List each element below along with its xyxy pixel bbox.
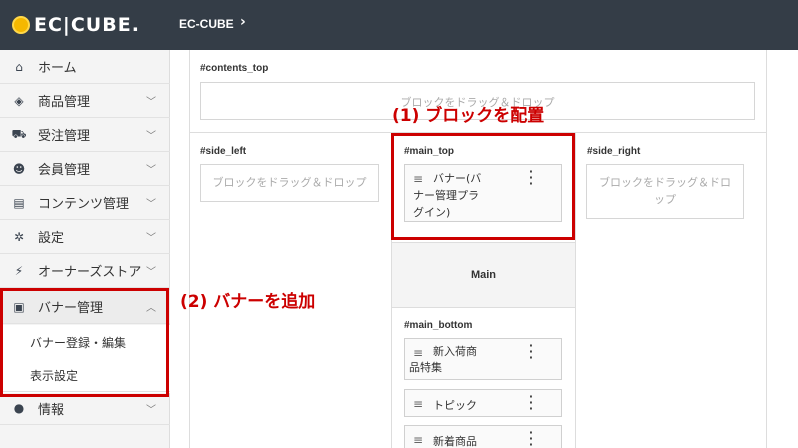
logo-text: EC|CUBE. bbox=[34, 14, 140, 36]
home-icon: ⌂ bbox=[15, 59, 23, 74]
contents-top-label: #contents_top bbox=[200, 63, 269, 74]
annotation-highlight-banner-menu bbox=[0, 288, 169, 397]
block-name: トピック bbox=[433, 399, 477, 412]
chevron-down-icon: ﹀ bbox=[146, 131, 156, 142]
ec-cube-logo[interactable]: EC|CUBE. bbox=[12, 12, 140, 38]
sidebar-item-label: 商品管理 bbox=[38, 95, 91, 110]
more-options-icon[interactable]: · · · bbox=[529, 391, 533, 414]
sidebar-item-home[interactable]: ⌂ ホーム bbox=[0, 50, 170, 84]
sidebar-item-members[interactable]: ☻ 会員管理 ﹀ bbox=[0, 152, 170, 186]
box-icon: ◈ bbox=[14, 93, 24, 108]
sidebar-item-settings[interactable]: ✲ 設定 ﹀ bbox=[0, 220, 170, 254]
main-bottom-label: #main_bottom bbox=[404, 320, 473, 331]
new-products-block[interactable]: ≡ · · · 新着商品 bbox=[404, 425, 562, 448]
sidebar-item-products[interactable]: ◈ 商品管理 ﹀ bbox=[0, 84, 170, 118]
info-icon: ● bbox=[13, 401, 25, 415]
sidebar-item-label: 会員管理 bbox=[38, 163, 91, 178]
top-header: EC|CUBE. EC-CUBE › bbox=[0, 0, 798, 50]
more-options-icon[interactable]: · · · bbox=[529, 427, 533, 448]
side-left-label: #side_left bbox=[200, 146, 247, 157]
gear-icon: ✲ bbox=[13, 229, 25, 244]
chevron-down-icon: ﹀ bbox=[146, 267, 156, 278]
block-name: 新着商品 bbox=[433, 435, 477, 448]
topics-block[interactable]: ≡ · · · トピック bbox=[404, 389, 562, 417]
chevron-down-icon: ﹀ bbox=[146, 404, 156, 416]
side-right-label: #side_right bbox=[587, 146, 641, 157]
block-name-line1: 新入荷商 bbox=[433, 345, 477, 358]
chevron-down-icon: ﹀ bbox=[146, 199, 156, 210]
layout-border-right bbox=[766, 50, 767, 448]
sidebar-item-contents[interactable]: ▤ コンテンツ管理 ﹀ bbox=[0, 186, 170, 220]
sidebar-item-orders[interactable]: ⛟ 受注管理 ﹀ bbox=[0, 118, 170, 152]
dropzone-hint: ブロックをドラッグ＆ドロップ bbox=[212, 175, 367, 189]
annotation-highlight-main-top bbox=[391, 133, 575, 240]
chevron-right-icon[interactable]: › bbox=[240, 14, 246, 30]
cart-icon: ⛟ bbox=[11, 126, 27, 141]
layout-border-left bbox=[189, 50, 190, 448]
annotation-step1: (1) ブロックを配置 bbox=[392, 106, 545, 126]
sidebar-item-label: 情報 bbox=[38, 402, 65, 418]
sidebar-item-label: コンテンツ管理 bbox=[38, 197, 130, 212]
side-left-dropzone[interactable]: ブロックをドラッグ＆ドロップ bbox=[200, 164, 379, 202]
annotation-step2: (2) バナーを追加 bbox=[180, 292, 316, 312]
users-icon: ☻ bbox=[12, 161, 26, 176]
sidebar-item-label: ホーム bbox=[38, 61, 77, 76]
chevron-down-icon: ﹀ bbox=[146, 165, 156, 176]
block-name-line2: 品特集 bbox=[409, 361, 442, 374]
main-area: Main bbox=[392, 242, 575, 308]
drag-handle-icon: ≡ bbox=[413, 433, 424, 447]
main-area-label: Main bbox=[470, 269, 497, 281]
dropzone-hint-line2: ップ bbox=[654, 192, 676, 206]
sidebar-item-label: 受注管理 bbox=[38, 129, 91, 144]
sidebar-item-owners-store[interactable]: ⚡ オーナーズストア ﹀ bbox=[0, 254, 170, 288]
side-right-dropzone[interactable]: ブロックをドラッグ＆ドロ ップ bbox=[586, 164, 744, 219]
shop-title[interactable]: EC-CUBE bbox=[179, 17, 234, 31]
new-arrivals-block[interactable]: ≡ · · · 新入荷商 品特集 bbox=[404, 338, 562, 380]
chevron-down-icon: ﹀ bbox=[146, 233, 156, 244]
sidebar-item-label: 設定 bbox=[38, 231, 65, 246]
logo-coin-icon bbox=[12, 16, 30, 34]
chevron-down-icon: ﹀ bbox=[146, 97, 156, 108]
drag-handle-icon: ≡ bbox=[413, 397, 424, 411]
main-column-right-border bbox=[575, 132, 576, 448]
file-icon: ▤ bbox=[13, 195, 25, 210]
dropzone-hint-line1: ブロックをドラッグ＆ドロ bbox=[599, 176, 731, 189]
sidebar-item-label: オーナーズストア bbox=[38, 265, 142, 280]
more-options-icon[interactable]: · · · bbox=[529, 340, 533, 363]
plug-icon: ⚡ bbox=[14, 263, 24, 278]
